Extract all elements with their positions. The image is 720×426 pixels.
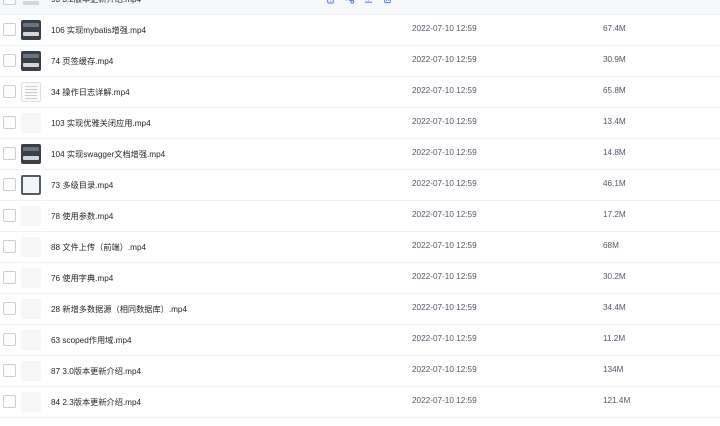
row-checkbox[interactable] — [3, 0, 16, 5]
share-icon[interactable] — [343, 0, 356, 5]
file-row[interactable]: 93 3.2版本更新介绍.mp4 — [0, 0, 720, 15]
modified-date: 2022-07-10 12:59 — [412, 210, 477, 219]
modified-date: 2022-07-10 12:59 — [412, 24, 477, 33]
file-size: 67.4M — [603, 24, 626, 33]
row-checkbox[interactable] — [3, 240, 16, 253]
file-size: 68M — [603, 241, 619, 250]
file-row[interactable]: 104 实现swagger文档增强.mp4 2022-07-10 12:59 14.… — [0, 139, 720, 170]
file-size: 121.4M — [603, 396, 631, 405]
video-thumbnail[interactable] — [21, 206, 41, 226]
download-icon[interactable] — [362, 0, 375, 5]
file-row[interactable]: 76 使用字典.mp4 2022-07-10 12:59 30.2M — [0, 263, 720, 294]
more-icon[interactable] — [400, 0, 413, 5]
row-checkbox[interactable] — [3, 54, 16, 67]
file-name[interactable]: 34 操作日志详解.mp4 — [51, 86, 130, 98]
file-name[interactable]: 28 新增多数据源（相同数据库）.mp4 — [51, 303, 187, 315]
video-thumbnail[interactable] — [21, 82, 41, 102]
row-checkbox[interactable] — [3, 85, 16, 98]
file-name[interactable]: 76 使用字典.mp4 — [51, 272, 113, 284]
file-row[interactable]: 28 新增多数据源（相同数据库）.mp4 2022-07-10 12:59 34.4… — [0, 294, 720, 325]
video-thumbnail[interactable] — [21, 361, 41, 381]
file-size: 134M — [603, 365, 624, 374]
row-checkbox[interactable] — [3, 271, 16, 284]
file-name[interactable]: 74 页签缓存.mp4 — [51, 55, 113, 67]
file-name[interactable]: 87 3.0版本更新介绍.mp4 — [51, 365, 141, 377]
modified-date: 2022-07-10 12:59 — [412, 117, 477, 126]
file-row[interactable]: 88 文件上传（前端）.mp4 2022-07-10 12:59 68M — [0, 232, 720, 263]
video-thumbnail[interactable] — [21, 144, 41, 164]
file-size: 14.8M — [603, 148, 626, 157]
file-row[interactable]: 78 使用参数.mp4 2022-07-10 12:59 17.2M — [0, 201, 720, 232]
file-name[interactable]: 93 3.2版本更新介绍.mp4 — [51, 0, 141, 5]
file-name[interactable]: 88 文件上传（前端）.mp4 — [51, 241, 146, 253]
modified-date: 2022-07-10 12:59 — [412, 365, 477, 374]
delete-icon[interactable] — [381, 0, 394, 5]
video-thumbnail[interactable] — [21, 175, 41, 195]
row-checkbox[interactable] — [3, 302, 16, 315]
modified-date: 2022-07-10 12:59 — [412, 303, 477, 312]
file-name[interactable]: 63 scoped作用域.mp4 — [51, 334, 132, 346]
row-checkbox[interactable] — [3, 333, 16, 346]
file-row[interactable]: 63 scoped作用域.mp4 2022-07-10 12:59 11.2M — [0, 325, 720, 356]
row-checkbox[interactable] — [3, 147, 16, 160]
video-thumbnail[interactable] — [21, 299, 41, 319]
video-thumbnail[interactable] — [21, 330, 41, 350]
file-size: 30.2M — [603, 272, 626, 281]
row-checkbox[interactable] — [3, 116, 16, 129]
file-name[interactable]: 106 实现mybatis增强.mp4 — [51, 24, 146, 36]
modified-date: 2022-07-10 12:59 — [412, 179, 477, 188]
phone-icon[interactable] — [324, 0, 337, 5]
modified-date: 2022-07-10 12:59 — [412, 148, 477, 157]
file-name[interactable]: 73 多级目录.mp4 — [51, 179, 113, 191]
modified-date: 2022-07-10 12:59 — [412, 86, 477, 95]
modified-date: 2022-07-10 12:59 — [412, 55, 477, 64]
file-size: 13.4M — [603, 117, 626, 126]
video-thumbnail[interactable] — [21, 51, 41, 71]
row-checkbox[interactable] — [3, 23, 16, 36]
row-checkbox[interactable] — [3, 178, 16, 191]
file-size: 34.4M — [603, 303, 626, 312]
file-size: 17.2M — [603, 210, 626, 219]
modified-date: 2022-07-10 12:59 — [412, 241, 477, 250]
file-size: 11.2M — [603, 334, 626, 343]
file-size: 30.9M — [603, 55, 626, 64]
video-thumbnail[interactable] — [21, 113, 41, 133]
modified-date: 2022-07-10 12:59 — [412, 396, 477, 405]
file-size: 46.1M — [603, 179, 626, 188]
file-name[interactable]: 104 实现swagger文档增强.mp4 — [51, 148, 165, 160]
video-thumbnail[interactable] — [21, 237, 41, 257]
file-name[interactable]: 103 实现优雅关闭应用.mp4 — [51, 117, 151, 129]
file-name[interactable]: 84 2.3版本更新介绍.mp4 — [51, 396, 141, 408]
row-actions — [324, 0, 413, 6]
row-checkbox[interactable] — [3, 395, 16, 408]
video-thumbnail[interactable] — [21, 0, 41, 9]
file-row[interactable]: 34 操作日志详解.mp4 2022-07-10 12:59 65.8M — [0, 77, 720, 108]
row-checkbox[interactable] — [3, 209, 16, 222]
video-thumbnail[interactable] — [21, 392, 41, 412]
video-thumbnail[interactable] — [21, 20, 41, 40]
file-row[interactable]: 106 实现mybatis增强.mp4 2022-07-10 12:59 67.4M — [0, 15, 720, 46]
row-checkbox[interactable] — [3, 364, 16, 377]
file-list: 93 3.2版本更新介绍.mp4 106 实现mybatis增强.mp4 2022-… — [0, 0, 720, 418]
file-row[interactable]: 103 实现优雅关闭应用.mp4 2022-07-10 12:59 13.4M — [0, 108, 720, 139]
modified-date: 2022-07-10 12:59 — [412, 334, 477, 343]
file-row[interactable]: 84 2.3版本更新介绍.mp4 2022-07-10 12:59 121.4M — [0, 387, 720, 418]
file-row[interactable]: 74 页签缓存.mp4 2022-07-10 12:59 30.9M — [0, 46, 720, 77]
file-size: 65.8M — [603, 86, 626, 95]
file-name[interactable]: 78 使用参数.mp4 — [51, 210, 113, 222]
file-row[interactable]: 87 3.0版本更新介绍.mp4 2022-07-10 12:59 134M — [0, 356, 720, 387]
file-row[interactable]: 73 多级目录.mp4 2022-07-10 12:59 46.1M — [0, 170, 720, 201]
video-thumbnail[interactable] — [21, 268, 41, 288]
modified-date: 2022-07-10 12:59 — [412, 272, 477, 281]
